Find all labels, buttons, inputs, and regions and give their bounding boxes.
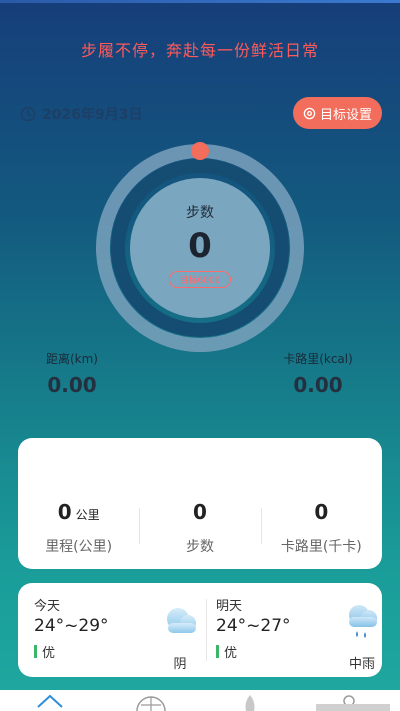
weather-today[interactable]: 今天 24°~29° 优 阴 [34,595,214,672]
cloudy-icon [167,608,196,633]
slogan-text: 步履不停，奔赴每一份鲜活日常 [80,41,319,60]
goal-settings-button[interactable]: 目标设置 [293,97,382,129]
steps-summary-label: 步数 [185,539,214,555]
distance-value: 0.00 [47,373,97,397]
top-accent-line [0,0,400,3]
flame-icon[interactable] [232,693,268,711]
globe-icon[interactable] [133,693,169,711]
steps-summary: 0 步数 [139,500,260,556]
date-display[interactable]: 2026年9月3日 [20,104,142,124]
progress-indicator-dot [191,142,209,160]
weather-card[interactable]: 今天 24°~29° 优 阴 明天 24°~27° 优 中雨 [18,583,382,677]
weather-divider [206,599,207,661]
calories-summary: 0 卡路里(千卡) [260,500,382,556]
aqi-indicator [34,645,37,658]
distance-stat: 距离(km) 0.00 [7,350,137,397]
step-counter: 步数 0 目标6000 [130,178,270,318]
weather-tomorrow[interactable]: 明天 24°~27° 优 中雨 [216,595,396,672]
mileage-unit: 公里 [75,508,100,522]
clock-icon [20,106,36,122]
mileage-summary: 0 公里 里程(公里) [18,500,139,556]
calories-value: 0.00 [293,373,343,397]
steps-summary-value: 0 [193,500,207,524]
step-target-badge: 目标6000 [168,271,232,288]
weather-condition: 阴 [173,657,187,672]
steps-value: 0 [188,226,212,266]
target-icon [303,107,316,119]
summary-card: 0 公里 里程(公里) 0 步数 0 卡路里(千卡) [18,438,382,569]
calories-stat: 卡路里(kcal) 0.00 [253,350,383,397]
home-icon[interactable] [32,693,68,711]
mileage-label: 里程(公里) [45,539,113,555]
step-progress-ring: 步数 0 目标6000 [94,142,306,354]
mileage-value: 0 [57,500,72,524]
steps-label: 步数 [186,205,214,221]
aqi-text: 优 [42,646,56,661]
calories-summary-value: 0 [314,500,329,524]
distance-label: 距离(km) [45,352,98,366]
rain-icon [349,605,377,638]
aqi-indicator [216,645,219,658]
date-text: 2026年9月3日 [42,107,143,123]
weather-condition: 中雨 [348,657,375,672]
calories-summary-label: 卡路里(千卡) [280,539,362,555]
aqi-text: 优 [224,646,238,661]
overlay-bar [316,704,390,711]
goal-settings-label: 目标设置 [319,107,372,123]
calories-label: 卡路里(kcal) [283,352,353,366]
